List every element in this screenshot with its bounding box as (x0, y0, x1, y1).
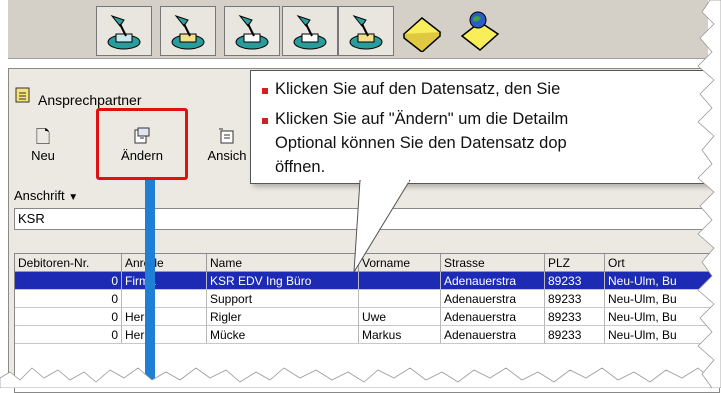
cell-anrede (122, 290, 207, 308)
lamp-doc-icon[interactable] (96, 6, 152, 56)
window-title: Ansprechpartner (38, 92, 142, 108)
col-strasse[interactable]: Strasse (441, 254, 545, 272)
cell-nr: 0 (15, 308, 122, 326)
cell-name: KSR EDV Ing Büro (207, 272, 359, 290)
col-name[interactable]: Name (207, 254, 359, 272)
table-row[interactable]: 0 Herr Mücke Markus Adenauerstra 89233 N… (15, 326, 721, 344)
table-row[interactable]: 0 Support Adenauerstra 89233 Neu-Ulm, Bu (15, 290, 721, 308)
cell-nr: 0 (15, 326, 122, 344)
torn-edge-right (697, 0, 721, 388)
cell-anrede: Herr (122, 326, 207, 344)
cell-plz: 89233 (545, 326, 605, 344)
cell-name: Mücke (207, 326, 359, 344)
cell-vorname: Markus (359, 326, 441, 344)
cell-strasse: Adenauerstra (441, 326, 545, 344)
neu-label: Neu (31, 148, 55, 163)
callout-pointer (353, 180, 411, 273)
ansicht-label: Ansich (207, 148, 247, 163)
cell-nr: 0 (15, 272, 122, 290)
cell-name: Support (207, 290, 359, 308)
cell-anrede: Herr (122, 308, 207, 326)
cell-plz: 89233 (545, 290, 605, 308)
cell-strasse: Adenauerstra (441, 308, 545, 326)
anschrift-label: Anschrift (14, 188, 65, 203)
new-doc-icon: 🗋 (35, 127, 51, 147)
bullet-marker (262, 118, 268, 124)
col-plz[interactable]: PLZ (545, 254, 605, 272)
lamp-doc-icon[interactable] (224, 6, 280, 56)
lamp-doc-icon[interactable] (282, 6, 338, 56)
cell-strasse: Adenauerstra (441, 272, 545, 290)
col-debitoren[interactable]: Debitoren-Nr. (15, 254, 122, 272)
cell-name: Rigler (207, 308, 359, 326)
globe-folder-icon[interactable] (452, 6, 508, 56)
lamp-doc-icon[interactable] (160, 6, 216, 56)
cell-vorname: Uwe (359, 308, 441, 326)
neu-button[interactable]: 🗋 Neu (18, 126, 68, 174)
anschrift-dropdown[interactable]: Anschrift ▼ (14, 188, 78, 203)
aendern-highlight (96, 108, 188, 180)
ansicht-button[interactable]: Ansich (202, 126, 252, 174)
cell-anrede: Firma (122, 272, 207, 290)
callout-line-3: Optional können Sie den Datensatz dop (275, 134, 567, 152)
cell-plz: 89233 (545, 308, 605, 326)
torn-edge-bottom (0, 367, 721, 388)
cell-nr: 0 (15, 290, 122, 308)
callout-line-2: Klicken Sie auf "Ändern" um die Detailm (275, 110, 569, 128)
cell-vorname (359, 290, 441, 308)
view-doc-icon (202, 126, 252, 148)
cell-plz: 89233 (545, 272, 605, 290)
bullet-marker (262, 88, 268, 94)
callout-line-1: Klicken Sie auf den Datensatz, den Sie (275, 80, 561, 98)
lamp-doc-icon[interactable] (338, 6, 394, 56)
table-row[interactable]: 0 Herr Rigler Uwe Adenauerstra 89233 Neu… (15, 308, 721, 326)
notepad-icon (14, 86, 32, 104)
col-anrede[interactable]: Anrede (122, 254, 207, 272)
dropdown-arrow-icon: ▼ (68, 192, 79, 203)
folder-yellow-icon[interactable] (394, 6, 450, 56)
callout-line-4: öffnen. (275, 158, 326, 176)
cell-strasse: Adenauerstra (441, 290, 545, 308)
